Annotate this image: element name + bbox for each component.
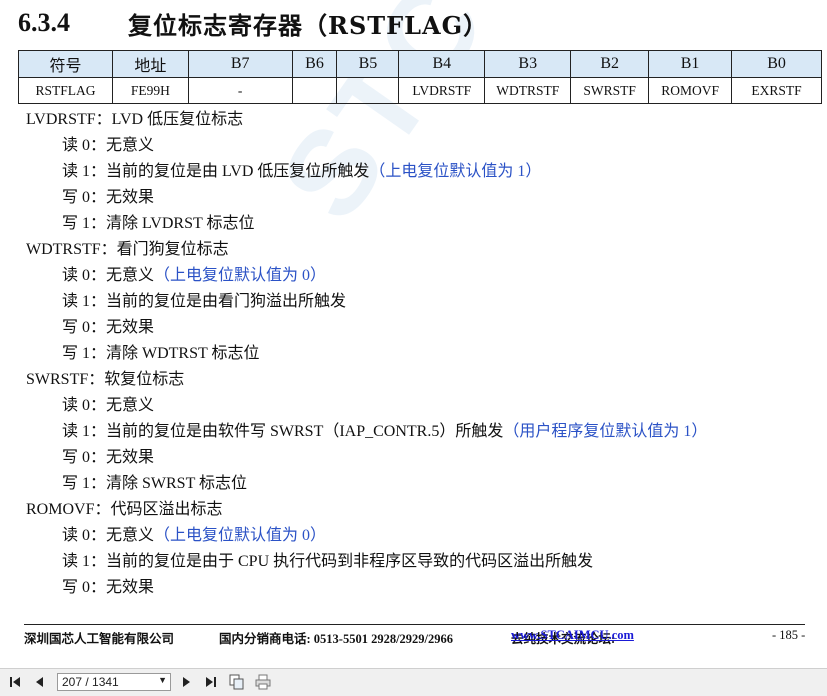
table-header-cell: B5 (336, 50, 400, 78)
desc-line: 读 0：无意义 (62, 137, 155, 154)
footer-divider (24, 624, 805, 625)
page-number: - 185 - (772, 628, 806, 642)
section-heading: 6.3.4 复位标志寄存器（RSTFLAG） (18, 6, 488, 40)
table-row: RSTFLAG FE99H - LVDRSTF WDTRSTF SWRSTF R… (18, 77, 822, 104)
desc-line: SWRSTF：软复位标志 (26, 371, 185, 388)
forum-link[interactable]: www.STCAIMCU.com (511, 628, 634, 643)
table-cell: RSTFLAG (18, 77, 113, 104)
desc-line: 读 1：当前的复位是由 LVD 低压复位所触发（上电复位默认值为 1） (62, 163, 542, 180)
table-header-cell: B0 (731, 50, 822, 78)
desc-line: 写 1：清除 WDTRST 标志位 (62, 345, 260, 362)
desc-line: 写 0：无效果 (62, 579, 155, 596)
table-header-cell: B3 (484, 50, 572, 78)
desc-line: LVDRSTF：LVD 低压复位标志 (26, 111, 244, 128)
table-cell: EXRSTF (731, 77, 822, 104)
chevron-down-icon[interactable]: ▼ (158, 675, 167, 685)
next-page-icon[interactable] (178, 673, 194, 691)
desc-line: ROMOVF：代码区溢出标志 (26, 501, 223, 518)
table-cell (291, 77, 338, 104)
desc-line: 写 0：无效果 (62, 189, 155, 206)
desc-line: 读 1：当前的复位是由看门狗溢出所触发 (62, 293, 347, 310)
section-title: 复位标志寄存器（RSTFLAG） (128, 10, 489, 40)
desc-line: 读 1：当前的复位是由于 CPU 执行代码到非程序区导致的代码区溢出所触发 (62, 553, 594, 570)
desc-line: WDTRSTF：看门狗复位标志 (26, 241, 229, 258)
desc-line: 写 0：无效果 (62, 449, 155, 466)
viewer-toolbar: 207 / 1341 ▼ (0, 668, 827, 696)
table-cell: ROMOVF (648, 77, 733, 104)
desc-line: 读 0：无意义（上电复位默认值为 0） (62, 267, 327, 284)
table-cell: FE99H (111, 77, 189, 104)
desc-line: 写 0：无效果 (62, 319, 155, 336)
table-cell (336, 77, 400, 104)
desc-line: 读 0：无意义 (62, 397, 155, 414)
footer-phone: 国内分销商电话: 0513-5501 2928/2929/2966 (219, 632, 454, 646)
page-number-input[interactable]: 207 / 1341 ▼ (57, 673, 171, 691)
table-header-cell: B1 (648, 50, 733, 78)
desc-line: 写 1：清除 SWRST 标志位 (62, 475, 248, 492)
section-number: 6.3.4 (18, 8, 70, 37)
last-page-icon[interactable] (202, 673, 218, 691)
desc-line: 读 1：当前的复位是由软件写 SWRST（IAP_CONTR.5）所触发（用户程… (62, 423, 708, 440)
table-header-cell: 符号 (18, 50, 113, 78)
table-cell: LVDRSTF (398, 77, 486, 104)
table-header-cell: B7 (187, 50, 293, 78)
table-cell: - (187, 77, 293, 104)
prev-page-icon[interactable] (32, 673, 48, 691)
desc-line: 读 0：无意义（上电复位默认值为 0） (62, 527, 327, 544)
first-page-icon[interactable] (8, 673, 24, 691)
footer-company: 深圳国芯人工智能有限公司 (24, 632, 175, 646)
register-table: 符号 地址 B7 B6 B5 B4 B3 B2 B1 B0 RSTFLAG FE… (18, 50, 822, 104)
desc-line: 写 1：清除 LVDRST 标志位 (62, 215, 255, 232)
table-cell: WDTRSTF (484, 77, 572, 104)
table-header-cell: B6 (291, 50, 338, 78)
table-cell: SWRSTF (570, 77, 650, 104)
document-page: STC 6.3.4 复位标志寄存器（RSTFLAG） 符号 地址 B7 B6 B… (0, 0, 827, 668)
table-header-cell: B4 (398, 50, 486, 78)
table-header-cell: B2 (570, 50, 650, 78)
print-icon[interactable] (254, 673, 272, 691)
table-header-row: 符号 地址 B7 B6 B5 B4 B3 B2 B1 B0 (18, 50, 822, 78)
table-header-cell: 地址 (111, 50, 189, 78)
copy-icon[interactable] (228, 673, 246, 691)
